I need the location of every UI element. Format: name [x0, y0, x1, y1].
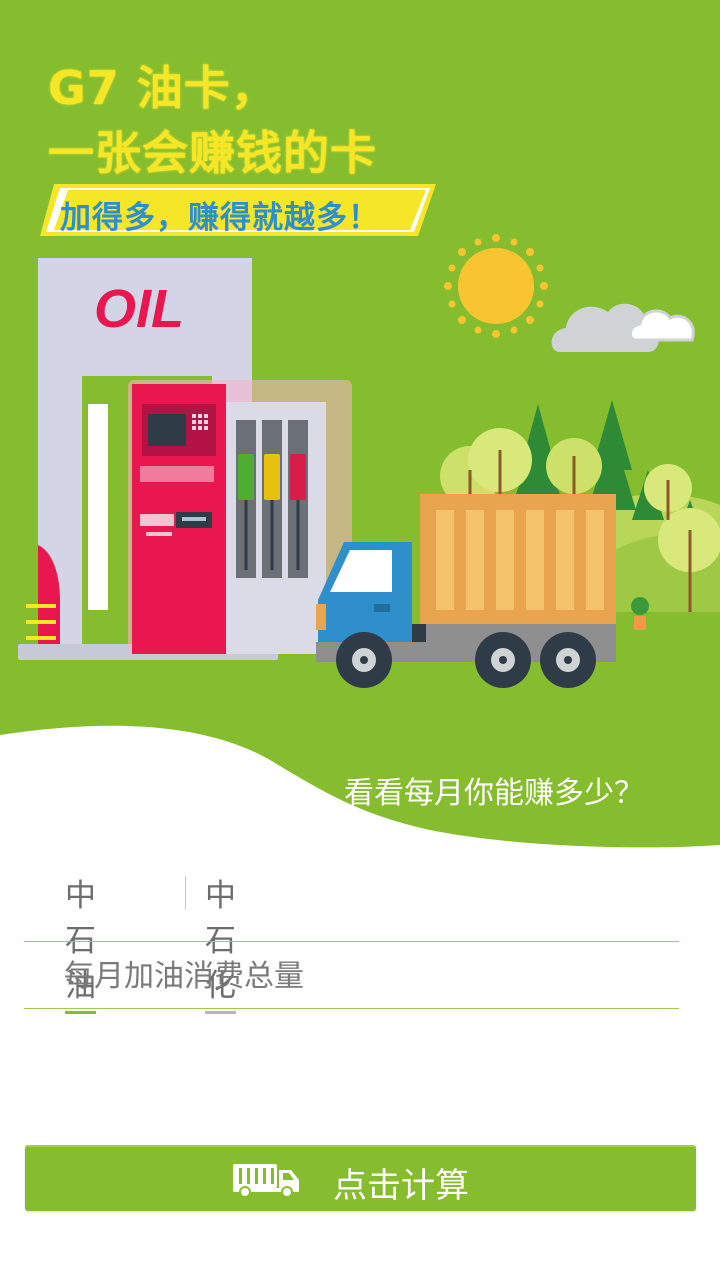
- calculate-button[interactable]: 点击计算: [25, 1145, 696, 1211]
- hero-illustration: G7 油卡， 一张会赚钱的卡 加得多，赚得就越多！ OIL 看看每月你能赚多少？: [0, 0, 720, 850]
- oil-sign: OIL: [94, 279, 184, 339]
- slogan-text: 加得多，赚得就越多！: [60, 200, 380, 236]
- tab-divider: [185, 876, 186, 910]
- truck-icon: [233, 1164, 299, 1198]
- calculate-button-label: 点击计算: [333, 1166, 469, 1206]
- title-line-2: 一张会赚钱的卡: [48, 126, 377, 180]
- divider-bottom: [24, 1008, 679, 1009]
- divider-top: [24, 941, 679, 942]
- title-line-1: G7 油卡，: [48, 61, 278, 115]
- earnings-question: 看看每月你能赚多少？: [344, 776, 644, 811]
- sun-icon: [444, 234, 548, 338]
- monthly-consumption-input[interactable]: [24, 946, 679, 1006]
